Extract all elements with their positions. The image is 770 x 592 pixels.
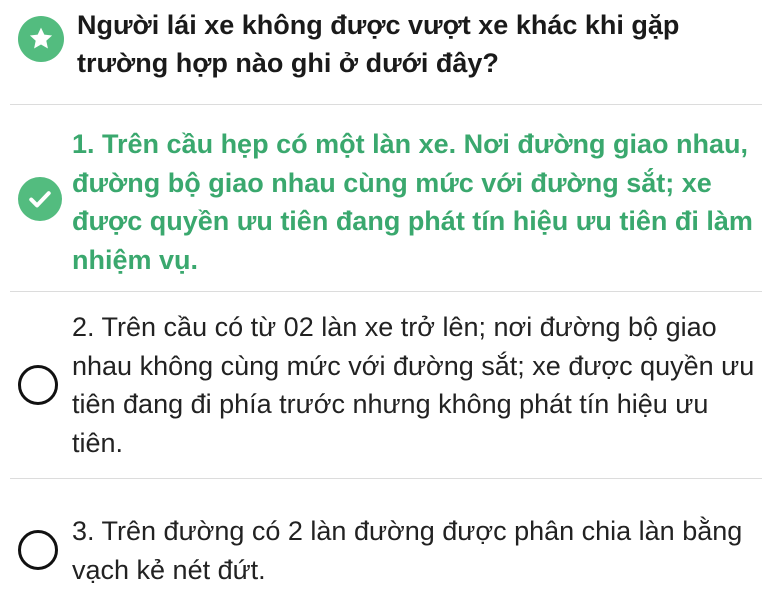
question-text: Người lái xe không được vượt xe khác khi… [77, 10, 680, 78]
question-header: Người lái xe không được vượt xe khác khi… [0, 0, 770, 100]
check-icon [18, 177, 62, 221]
answer-option-1[interactable]: 1. Trên cầu hẹp có một làn xe. Nơi đường… [0, 105, 770, 291]
radio-icon[interactable] [18, 530, 58, 570]
radio-icon[interactable] [18, 365, 58, 405]
answer-option-2[interactable]: 2. Trên cầu có từ 02 làn xe trở lên; nơi… [0, 292, 770, 478]
answer-text: 3. Trên đường có 2 làn đường được phân c… [72, 516, 743, 585]
answer-text: 1. Trên cầu hẹp có một làn xe. Nơi đường… [72, 129, 753, 275]
star-icon [18, 16, 64, 62]
answer-text: 2. Trên cầu có từ 02 làn xe trở lên; nơi… [72, 312, 755, 458]
answer-option-3[interactable]: 3. Trên đường có 2 làn đường được phân c… [0, 479, 770, 592]
